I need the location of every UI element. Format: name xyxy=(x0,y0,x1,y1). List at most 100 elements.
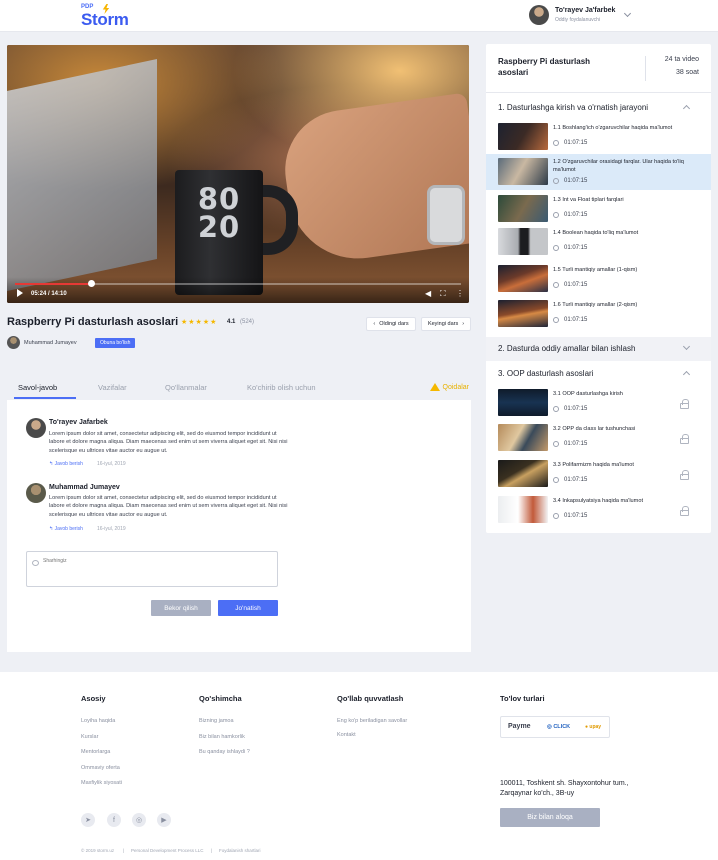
user-menu[interactable]: To'rayev Ja'farbek Oddiy foydalanuvchi xyxy=(529,5,632,25)
user-name: To'rayev Ja'farbek xyxy=(555,7,616,14)
more-icon[interactable]: ⋮ xyxy=(456,289,464,298)
lesson-item[interactable]: 1.6 Turli mantiqiy amallar (2-qism) 01:0… xyxy=(486,297,711,330)
chevron-up-icon xyxy=(682,104,691,113)
telegram-icon[interactable]: ➤ xyxy=(81,813,95,827)
volume-icon[interactable]: ◀ xyxy=(425,289,431,298)
footer-link[interactable]: Kontakt xyxy=(337,732,356,738)
subscribe-button[interactable]: Obuna bo'lish xyxy=(95,338,136,348)
footer-link[interactable]: Maxfiylik siyosati xyxy=(81,780,122,786)
section-title: 2. Dasturda oddiy amallar bilan ishlash xyxy=(498,344,636,353)
footer-link[interactable]: Bizning jamoa xyxy=(199,718,234,724)
footer-address: 100011, Toshkent sh. Shayxontohur tum., … xyxy=(500,779,629,799)
lesson-title: 1.6 Turli mantiqiy amallar (2-qism) xyxy=(553,302,638,308)
contact-button[interactable]: Biz bilan aloqa xyxy=(500,808,600,827)
section-header-2[interactable]: 2. Dasturda oddiy amallar bilan ishlash xyxy=(486,337,711,361)
lesson-duration: 01:07:15 xyxy=(564,178,588,184)
prev-lesson-label: Oldingi dars xyxy=(379,321,409,327)
comment-input-box[interactable] xyxy=(26,551,278,587)
cancel-button[interactable]: Bekor qilish xyxy=(151,600,211,616)
reply-link[interactable]: ↰ Javob berish xyxy=(49,461,83,467)
copy-sep: | xyxy=(211,848,213,853)
tab-downloads[interactable]: Ko'chirib olish uchun xyxy=(247,383,316,392)
lesson-title: 1.3 Int va Float tiplari farqlari xyxy=(553,197,624,203)
video-progress-fill xyxy=(15,283,91,285)
comment-text: Lorem ipsum dolor sit amet, consectetur … xyxy=(49,431,288,454)
lock-icon xyxy=(680,506,689,516)
tab-guides[interactable]: Qo'llanmalar xyxy=(165,383,207,392)
comments-panel: To'rayev Jafarbek Lorem ipsum dolor sit … xyxy=(7,400,471,652)
reply-link[interactable]: ↰ Javob berish xyxy=(49,526,83,532)
prev-lesson-button[interactable]: ‹ Oldingi dars xyxy=(366,317,416,331)
lesson-item[interactable]: 1.4 Boolean haqida to'liq ma'lumot 01:07… xyxy=(486,225,711,258)
footer-link[interactable]: Mentorlarga xyxy=(81,749,110,755)
author-avatar xyxy=(7,336,20,349)
footer-link[interactable]: Loyiha haqida xyxy=(81,718,115,724)
rules-link[interactable]: Qoidalar xyxy=(429,383,469,391)
lesson-item[interactable]: 3.2 OPP da class lar tushunchasi 01:07:1… xyxy=(486,421,711,454)
rules-label: Qoidalar xyxy=(442,383,469,391)
section-header-3[interactable]: 3. OOP dasturlash asoslari xyxy=(486,362,711,386)
payme-logo: Payme xyxy=(508,723,531,730)
rating-count: (524) xyxy=(240,319,255,325)
clock-icon xyxy=(553,212,559,218)
next-lesson-button[interactable]: Keyingi dars › xyxy=(421,317,471,331)
facebook-icon[interactable]: f xyxy=(107,813,121,827)
lesson-title: 3.2 OPP da class lar tushunchasi xyxy=(553,426,636,432)
comment-date: 16-iyul, 2019 xyxy=(97,526,126,532)
author-name[interactable]: Muhammad Jumayev xyxy=(24,340,77,346)
clock-icon xyxy=(553,441,559,447)
section-header-1[interactable]: 1. Dasturlashga kirish va o'rnatish jara… xyxy=(486,96,711,120)
lesson-item[interactable]: 3.1 OOP dasturlashga kirish 01:07:15 xyxy=(486,386,711,419)
copy-sep: | xyxy=(123,848,125,853)
lesson-thumbnail xyxy=(498,158,548,185)
course-title: Raspberry Pi dasturlash asoslari xyxy=(7,316,179,328)
comment-input[interactable] xyxy=(41,557,271,565)
sidebar-hours: 38 soat xyxy=(676,69,699,76)
footer-link[interactable]: Kurslar xyxy=(81,734,98,740)
lesson-item[interactable]: 1.3 Int va Float tiplari farqlari 01:07:… xyxy=(486,192,711,225)
video-player[interactable]: 80 20 05:24 / 14:10 ◀ ⛶ ⋮ xyxy=(7,45,469,303)
lesson-item[interactable]: 1.1 Boshlang'ich o'zgaruvchilar haqida m… xyxy=(486,120,711,153)
lesson-title: 1.1 Boshlang'ich o'zgaruvchilar haqida m… xyxy=(553,125,673,131)
chevron-right-icon: › xyxy=(462,321,465,327)
video-progress-handle[interactable] xyxy=(87,280,95,287)
comment-avatar xyxy=(26,483,46,503)
send-button[interactable]: Jo'natish xyxy=(218,600,278,616)
footer-link[interactable]: Bu qanday ishlaydi ? xyxy=(199,749,250,755)
lesson-item-active[interactable]: 1.2 O'zgaruvchilar orasidagi farqlar. Ul… xyxy=(486,154,711,190)
clock-icon xyxy=(553,477,559,483)
lesson-title: 3.1 OOP dasturlashga kirish xyxy=(553,391,623,397)
lock-icon xyxy=(680,399,689,409)
comment-avatar xyxy=(26,418,46,438)
lesson-duration: 01:07:15 xyxy=(564,245,588,251)
course-sidebar: Raspberry Pi dasturlash asoslari 24 ta v… xyxy=(486,44,711,533)
youtube-icon[interactable]: ▶ xyxy=(157,813,171,827)
lesson-item[interactable]: 1.5 Turli mantiqiy amallar (1-qism) 01:0… xyxy=(486,262,711,295)
instagram-icon[interactable]: ◎ xyxy=(132,813,146,827)
logo[interactable]: PDP Storm xyxy=(81,4,136,29)
lesson-item[interactable]: 3.4 Inkapsulyatsiya haqida ma'lumot 01:0… xyxy=(486,493,711,526)
video-progress-bar[interactable] xyxy=(15,280,461,287)
mug-text-bottom: 20 xyxy=(197,210,241,244)
section-title: 3. OOP dasturlash asoslari xyxy=(498,369,594,378)
tab-qa[interactable]: Savol-javob xyxy=(18,383,57,392)
chevron-down-icon xyxy=(682,342,691,351)
footer-link[interactable]: Eng ko'p beriladigan savollar xyxy=(337,718,407,724)
chevron-down-icon[interactable] xyxy=(623,9,632,18)
active-tab-indicator xyxy=(14,397,76,399)
lesson-item[interactable]: 3.3 Polifarmizm haqida ma'lumot 01:07:15 xyxy=(486,457,711,490)
sidebar-video-count: 24 ta video xyxy=(664,56,699,63)
lock-icon xyxy=(680,470,689,480)
footer-link[interactable]: Ommaviy oferta xyxy=(81,765,120,771)
terms-link[interactable]: Foydalanish shartlari xyxy=(219,848,261,853)
logo-storm: Storm xyxy=(81,10,129,29)
reply-label: Javob berish xyxy=(54,526,83,532)
next-lesson-label: Keyingi dars xyxy=(427,321,459,327)
clock-icon xyxy=(553,140,559,146)
tab-tasks[interactable]: Vazifalar xyxy=(98,383,127,392)
lesson-thumbnail xyxy=(498,195,548,222)
rating-stars: ★★★★★ xyxy=(181,319,218,326)
fullscreen-icon[interactable]: ⛶ xyxy=(440,289,446,298)
play-icon[interactable] xyxy=(17,289,23,297)
footer-link[interactable]: Biz bilan hamkorlik xyxy=(199,734,245,740)
